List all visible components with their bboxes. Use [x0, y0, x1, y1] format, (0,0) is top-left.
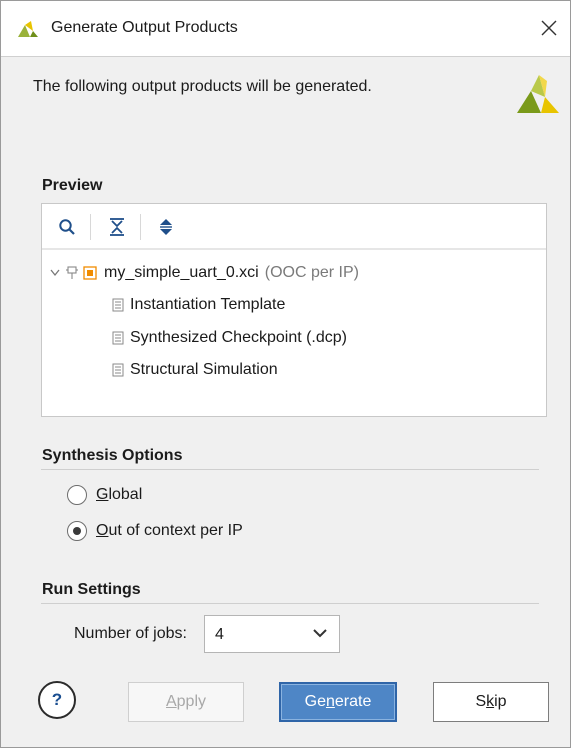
- tree-child-label: Structural Simulation: [130, 361, 278, 378]
- expand-all-icon: [160, 219, 172, 235]
- preview-heading: Preview: [42, 177, 103, 194]
- skip-button[interactable]: Skip: [433, 682, 549, 722]
- radio-global[interactable]: Global: [67, 485, 142, 505]
- synthesis-options-heading: Synthesis Options: [42, 447, 183, 464]
- radio-out-of-context[interactable]: Out of context per IP: [67, 521, 243, 541]
- generate-button-label: Generate: [304, 693, 372, 710]
- vivado-brand-logo: [515, 71, 561, 117]
- generate-output-products-dialog: Generate Output Products The following o…: [0, 0, 571, 748]
- output-products-tree: my_simple_uart_0.xci (OOC per IP) Instan…: [42, 252, 546, 416]
- close-icon: [541, 20, 557, 36]
- chevron-down-icon[interactable]: [313, 628, 327, 638]
- tree-child-item[interactable]: Synthesized Checkpoint (.dcp): [110, 325, 347, 351]
- ip-file-name: my_simple_uart_0.xci: [104, 264, 259, 281]
- radio-out-of-context-circle[interactable]: [67, 521, 87, 541]
- radio-global-label: Global: [96, 486, 143, 503]
- intro-message: The following output products will be ge…: [33, 78, 372, 95]
- document-icon: [110, 331, 126, 345]
- run-settings-heading: Run Settings: [42, 581, 141, 598]
- tree-child-item[interactable]: Instantiation Template: [110, 292, 285, 318]
- collapse-all-icon: [110, 218, 124, 236]
- collapse-all-button[interactable]: [106, 216, 128, 238]
- hierarchy-pin-icon: [64, 266, 80, 280]
- search-button[interactable]: [56, 216, 78, 238]
- number-of-jobs-value: 4: [215, 626, 224, 643]
- number-of-jobs-label: Number of jobs:: [74, 625, 187, 642]
- ip-file-detail: (OOC per IP): [264, 264, 359, 281]
- chevron-down-icon[interactable]: [48, 269, 62, 277]
- number-of-jobs-select[interactable]: 4: [204, 615, 340, 653]
- section-divider: [41, 603, 539, 604]
- toolbar-separator: [140, 214, 141, 240]
- tree-child-label: Synthesized Checkpoint (.dcp): [130, 329, 347, 346]
- skip-button-label: Skip: [475, 693, 507, 710]
- ip-core-icon: [82, 266, 98, 280]
- window-title: Generate Output Products: [51, 19, 238, 36]
- expand-all-button[interactable]: [155, 216, 177, 238]
- radio-out-of-context-label: Out of context per IP: [96, 522, 243, 539]
- search-icon: [59, 219, 75, 235]
- tree-child-item[interactable]: Structural Simulation: [110, 357, 278, 383]
- tree-root-item[interactable]: my_simple_uart_0.xci (OOC per IP): [48, 260, 359, 286]
- document-icon: [110, 298, 126, 312]
- preview-toolbar: [42, 204, 546, 250]
- help-icon: ?: [51, 690, 63, 709]
- generate-button[interactable]: Generate: [279, 682, 397, 722]
- close-button[interactable]: [536, 15, 562, 41]
- preview-panel: my_simple_uart_0.xci (OOC per IP) Instan…: [41, 203, 547, 417]
- tree-child-label: Instantiation Template: [130, 296, 286, 313]
- vivado-app-icon: [17, 19, 39, 39]
- apply-button-label: Apply: [165, 693, 207, 710]
- toolbar-separator: [90, 214, 91, 240]
- help-button[interactable]: ?: [38, 681, 76, 719]
- title-bar: Generate Output Products: [1, 1, 570, 57]
- document-icon: [110, 363, 126, 377]
- section-divider: [41, 469, 539, 470]
- apply-button[interactable]: Apply: [128, 682, 244, 722]
- radio-global-circle[interactable]: [67, 485, 87, 505]
